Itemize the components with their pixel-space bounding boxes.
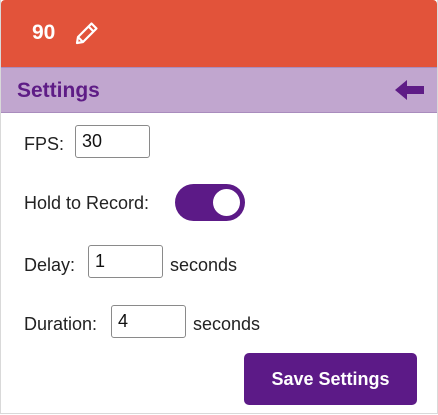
settings-title: Settings: [17, 79, 100, 102]
hold-to-record-label: Hold to Record:: [24, 193, 150, 213]
duration-input[interactable]: [111, 305, 186, 338]
hold-to-record-toggle[interactable]: [175, 184, 245, 221]
fps-label: FPS:: [24, 134, 65, 154]
header-value: 90: [32, 21, 56, 44]
duration-unit-label: seconds: [193, 314, 261, 334]
header-bar: 90: [1, 0, 437, 67]
toggle-knob: [213, 189, 240, 216]
save-settings-button[interactable]: Save Settings: [244, 353, 417, 405]
delay-unit-label: seconds: [170, 255, 238, 275]
delay-input[interactable]: [88, 245, 163, 278]
arrow-left-icon[interactable]: [393, 77, 427, 103]
pencil-icon[interactable]: [74, 20, 100, 46]
settings-header: Settings: [1, 67, 437, 113]
fps-input[interactable]: [75, 125, 150, 158]
duration-label: Duration:: [24, 314, 98, 334]
delay-label: Delay:: [24, 255, 76, 275]
settings-panel: 90 Settings FPS: Hold to Record: Delay: …: [0, 0, 438, 414]
